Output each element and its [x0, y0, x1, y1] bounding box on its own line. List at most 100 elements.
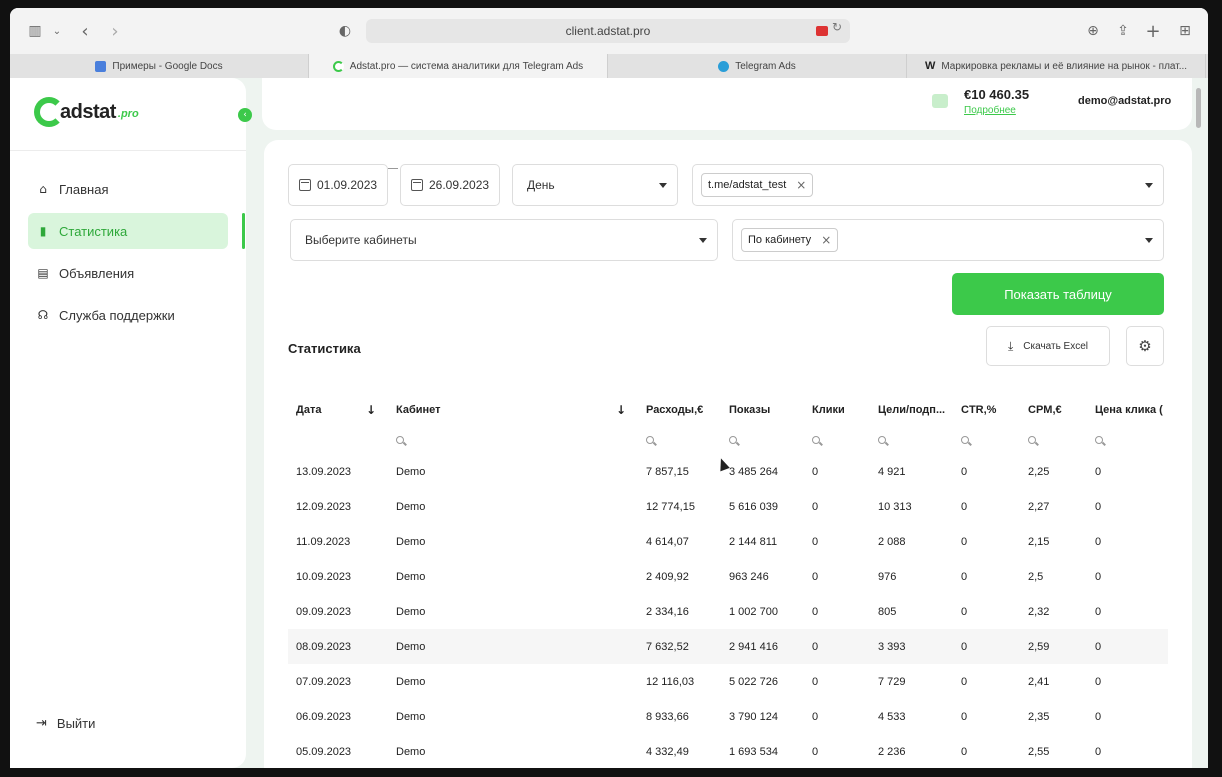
- download-excel-label: Скачать Excel: [1023, 340, 1089, 352]
- tab-google-docs[interactable]: Примеры - Google Docs: [10, 54, 309, 78]
- download-excel-button[interactable]: ⤓ Скачать Excel: [986, 326, 1110, 366]
- sort-date-icon[interactable]: ↓: [366, 403, 376, 417]
- table-cell: 2,55: [1028, 745, 1050, 758]
- header-clicks[interactable]: Клики: [812, 394, 872, 426]
- table-row[interactable]: 07.09.2023 Demo 12 116,03 5 022 726 0 7 729 0 2…: [288, 664, 1168, 699]
- header-cabinet[interactable]: Кабинет: [396, 394, 616, 426]
- user-email[interactable]: demo@adstat.pro: [1078, 95, 1171, 107]
- table-cell: 1 693 534: [729, 745, 778, 758]
- show-table-button[interactable]: Показать таблицу: [952, 273, 1164, 315]
- divider: [10, 150, 246, 151]
- table-row[interactable]: 13.09.2023 Demo 7 857,15 3 485 264 0 4 921 0 2,…: [288, 454, 1168, 489]
- table-cell: 5 022 726: [729, 675, 778, 688]
- period-select[interactable]: День: [512, 164, 678, 206]
- table-header-row: Дата Кабинет Расходы,€ Показы Клики Цели/подп…: [288, 394, 1168, 426]
- close-icon[interactable]: ×: [796, 178, 806, 192]
- table-row[interactable]: 09.09.2023 Demo 2 334,16 1 002 700 0 805 0 2,32…: [288, 594, 1168, 629]
- column-search-icon[interactable]: [729, 426, 743, 454]
- shield-icon[interactable]: ◐: [334, 20, 356, 42]
- header-spend[interactable]: Расходы,€: [646, 394, 726, 426]
- table-row[interactable]: 06.09.2023 Demo 8 933,66 3 790 124 0 4 533 0 2,…: [288, 699, 1168, 734]
- tab-adstat[interactable]: Adstat.pro — система аналитики для Teleg…: [309, 54, 608, 78]
- table-cell: Demo: [396, 535, 426, 548]
- table-row[interactable]: 11.09.2023 Demo 4 614,07 2 144 811 0 2 088 0 2,…: [288, 524, 1168, 559]
- table-settings-button[interactable]: ⚙: [1126, 326, 1164, 366]
- date-from-field[interactable]: 01.09.2023: [288, 164, 388, 206]
- tab-label: Adstat.pro — система аналитики для Teleg…: [349, 60, 584, 72]
- share-icon[interactable]: ⇪: [1112, 20, 1134, 42]
- sidebar-item-statistics[interactable]: ▮ Статистика: [28, 213, 228, 249]
- sidebar-item-ads[interactable]: ▤ Объявления: [28, 255, 228, 291]
- logout-label: Выйти: [56, 716, 96, 731]
- table-cell: Demo: [396, 640, 426, 653]
- logout-button[interactable]: ⇥ Выйти: [36, 716, 95, 731]
- reload-icon[interactable]: ↻: [832, 20, 842, 34]
- wallet-icon: [932, 94, 948, 108]
- table-row[interactable]: 10.09.2023 Demo 2 409,92 963 246 0 976 0 2,5 0: [288, 559, 1168, 594]
- document-icon: ▤: [37, 266, 49, 280]
- balance-details-link[interactable]: Подробнее: [964, 105, 1016, 116]
- column-search-icon[interactable]: [1028, 426, 1042, 454]
- column-search-icon[interactable]: [961, 426, 975, 454]
- column-search-icon[interactable]: [878, 426, 892, 454]
- sidebar-toggle-icon[interactable]: ▥: [24, 20, 46, 42]
- header-date[interactable]: Дата: [296, 394, 391, 426]
- gear-icon: ⚙: [1138, 337, 1152, 355]
- table-cell: 0: [961, 640, 968, 653]
- adstat-icon: [332, 60, 344, 72]
- table-cell: 07.09.2023: [296, 675, 352, 688]
- address-bar[interactable]: client.adstat.pro ↻: [366, 19, 850, 43]
- table-cell: 0: [812, 710, 819, 723]
- collapse-sidebar-icon[interactable]: ‹: [238, 108, 252, 122]
- header-goals[interactable]: Цели/подп...: [878, 394, 958, 426]
- table-cell: 2 236: [878, 745, 906, 758]
- tab-overview-icon[interactable]: ⊞: [1174, 20, 1196, 42]
- logo[interactable]: adstat .pro: [34, 92, 139, 132]
- page-scrollbar[interactable]: [1196, 88, 1201, 128]
- table-cell: 10.09.2023: [296, 570, 352, 583]
- column-search-icon[interactable]: [1095, 426, 1109, 454]
- tab-markirovka[interactable]: W Маркировка рекламы и её влияние на рын…: [907, 54, 1206, 78]
- table-row[interactable]: 05.09.2023 Demo 4 332,49 1 693 534 0 2 236 0 2,…: [288, 734, 1168, 768]
- table-row[interactable]: 08.09.2023 Demo 7 632,52 2 941 416 0 3 393 0 2,…: [288, 629, 1168, 664]
- date-to-field[interactable]: 26.09.2023: [400, 164, 500, 206]
- table-cell: 0: [1095, 745, 1102, 758]
- header-impressions[interactable]: Показы: [729, 394, 809, 426]
- table-cell: 0: [961, 500, 968, 513]
- table-cell: 2,35: [1028, 710, 1050, 723]
- back-icon[interactable]: ‹: [74, 20, 96, 42]
- statistics-table: Дата Кабинет Расходы,€ Показы Клики Цели/подп…: [288, 394, 1168, 768]
- tab-telegram-ads[interactable]: Telegram Ads: [608, 54, 907, 78]
- table-cell: 08.09.2023: [296, 640, 352, 653]
- extension-icon[interactable]: [816, 26, 828, 36]
- date-to-value: 26.09.2023: [429, 178, 490, 192]
- statistics-card: 01.09.2023 26.09.2023 День t.me/adstat_t…: [264, 140, 1192, 768]
- sidebar-item-support[interactable]: ☊ Служба поддержки: [28, 297, 228, 333]
- new-tab-icon[interactable]: +: [1142, 20, 1164, 42]
- sidebar-item-home[interactable]: ⌂ Главная: [28, 171, 228, 207]
- table-cell: 13.09.2023: [296, 465, 352, 478]
- table-cell: 0: [812, 570, 819, 583]
- header-cpm[interactable]: CPM,€: [1028, 394, 1090, 426]
- cabinets-select[interactable]: Выберите кабинеты: [290, 219, 718, 261]
- table-row[interactable]: 12.09.2023 Demo 12 774,15 5 616 039 0 10 313 0…: [288, 489, 1168, 524]
- table-cell: 4 533: [878, 710, 906, 723]
- column-search-icon[interactable]: [646, 426, 660, 454]
- close-icon[interactable]: ×: [821, 233, 831, 247]
- calendar-icon: [299, 179, 311, 191]
- channel-select[interactable]: t.me/adstat_test ×: [692, 164, 1164, 206]
- chevron-down-icon[interactable]: ⌄: [46, 20, 68, 42]
- table-cell: 2 088: [878, 535, 906, 548]
- forward-icon[interactable]: ›: [104, 20, 126, 42]
- sort-cabinet-icon[interactable]: ↓: [616, 403, 626, 417]
- table-cell: 2 409,92: [646, 570, 689, 583]
- grouping-select[interactable]: По кабинету ×: [732, 219, 1164, 261]
- browser-toolbar: ▥ ⌄ ‹ › ◐ client.adstat.pro ↻ ⊕ ⇪ + ⊞: [10, 8, 1208, 54]
- table-cell: 4 614,07: [646, 535, 689, 548]
- header-cpc[interactable]: Цена клика (: [1095, 394, 1168, 426]
- logout-icon: ⇥: [36, 716, 47, 731]
- column-search-icon[interactable]: [812, 426, 826, 454]
- column-search-icon[interactable]: [396, 426, 410, 454]
- header-ctr[interactable]: CTR,%: [961, 394, 1023, 426]
- download-icon[interactable]: ⊕: [1082, 20, 1104, 42]
